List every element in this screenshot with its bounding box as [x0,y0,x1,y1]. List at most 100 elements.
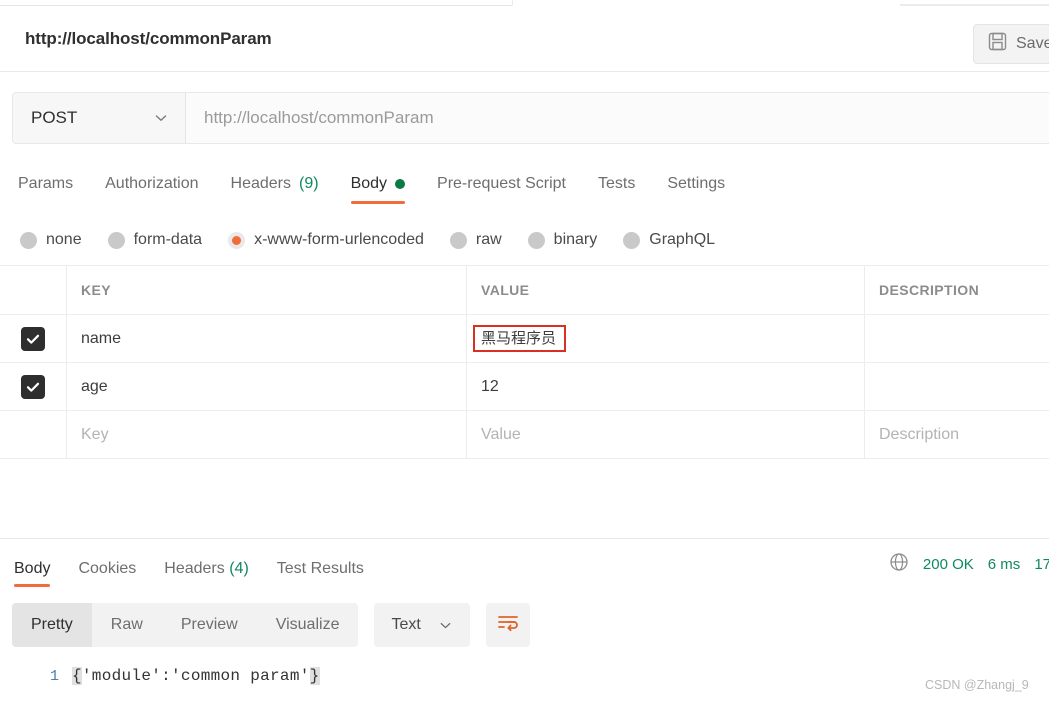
radio-none-label: none [46,231,82,248]
placeholder-checkbox-cell [0,411,67,458]
request-tabs: Params Authorization Headers (9) Body Pr… [0,160,1049,206]
code-open-brace: { [72,667,82,685]
tab-authorization[interactable]: Authorization [105,160,198,206]
tab-tests-label: Tests [597,175,636,192]
view-raw-label: Raw [110,616,143,633]
body-type-radio-group: none form-data x-www-form-urlencoded raw… [0,222,1049,258]
checkbox-checked-icon[interactable] [21,326,45,351]
wrap-lines-icon [497,613,519,638]
tab-pre-request-script[interactable]: Pre-request Script [437,160,566,206]
tab-authorization-label: Authorization [105,175,199,192]
response-tab-cookies[interactable]: Cookies [78,546,136,590]
row-key[interactable]: name [67,315,467,362]
response-tab-headers-count: (4) [229,560,249,577]
url-bar: POST http://localhost/commonParam [12,92,1049,144]
response-toolbar: Pretty Raw Preview Visualize Text [12,603,530,647]
row-checkbox-cell [0,315,67,362]
table-header-key: KEY [67,266,467,314]
radio-form-data-label: form-data [133,231,203,248]
response-body-code: 1 {'module':'common param'} [0,660,1049,703]
code-close-brace: } [309,667,320,685]
code-line-content[interactable]: {'module':'common param'} [72,660,320,703]
tab-pre-request-script-label: Pre-request Script [437,175,566,192]
row-value[interactable]: 12 [467,363,865,410]
status-size: 17 [1034,555,1049,573]
radio-none-icon [20,231,37,249]
method-selector[interactable]: POST [13,93,186,143]
url-input[interactable]: http://localhost/commonParam [186,93,1049,143]
tab-params-label: Params [18,175,74,192]
status-time: 6 ms [987,555,1021,573]
format-dropdown[interactable]: Text [374,603,470,647]
view-raw-button[interactable]: Raw [92,603,162,647]
radio-raw[interactable]: raw [449,231,502,249]
radio-binary-icon [527,231,545,249]
radio-binary[interactable]: binary [527,231,597,249]
response-divider [0,538,1049,539]
row-checkbox-cell [0,363,67,410]
radio-x-www-form-urlencoded[interactable]: x-www-form-urlencoded [228,231,424,249]
postman-window: http://localhost/commonParam Save POST h… [0,0,1049,703]
code-line-number: 1 [49,668,59,685]
response-tab-body-label: Body [14,560,51,577]
radio-form-data-icon [107,231,125,249]
tab-params[interactable]: Params [18,160,73,206]
placeholder-value-input[interactable]: Value [467,411,865,458]
chevron-down-icon [438,618,453,633]
row-value-highlighted: 黑马程序员 [473,324,567,353]
save-button-label: Save [1016,35,1049,52]
placeholder-key-input[interactable]: Key [67,411,467,458]
response-view-segment: Pretty Raw Preview Visualize [12,603,359,647]
response-tab-headers-label: Headers [164,560,225,577]
request-title-bar: http://localhost/commonParam Save [0,6,1049,72]
placeholder-description-input[interactable]: Description [865,411,1049,458]
radio-x-www-form-urlencoded-label: x-www-form-urlencoded [254,231,424,248]
radio-raw-label: raw [475,231,502,248]
save-button[interactable]: Save [973,24,1049,64]
radio-none[interactable]: none [20,231,82,249]
table-header-row: KEY VALUE DESCRIPTION [0,265,1049,315]
body-modified-dot-icon [395,179,406,189]
table-header-value: VALUE [467,266,865,314]
row-description[interactable] [865,363,1049,410]
watermark: CSDN @Zhangj_9 [925,678,1029,692]
response-tab-headers[interactable]: Headers (4) [164,546,249,590]
radio-graphql-label: GraphQL [649,231,716,248]
format-dropdown-label: Text [391,616,421,633]
radio-x-www-form-urlencoded-icon [228,231,246,249]
page-title: http://localhost/commonParam [25,29,272,48]
row-description[interactable] [865,315,1049,362]
view-pretty-button[interactable]: Pretty [12,603,92,647]
row-value-cell[interactable]: 黑马程序员 [467,315,865,362]
tab-body[interactable]: Body [350,160,406,206]
body-params-table: KEY VALUE DESCRIPTION name 黑马程序员 age 12 … [0,265,1049,459]
checkbox-checked-icon[interactable] [21,374,45,399]
tab-settings-label: Settings [667,175,726,192]
tab-settings[interactable]: Settings [667,160,725,206]
table-header-description: DESCRIPTION [879,282,980,298]
response-tab-body[interactable]: Body [14,546,51,590]
globe-icon [889,552,909,576]
view-visualize-button[interactable]: Visualize [257,603,359,647]
radio-graphql-icon [623,231,641,249]
radio-form-data[interactable]: form-data [107,231,203,249]
tab-headers[interactable]: Headers (9) [231,160,319,206]
row-key[interactable]: age [67,363,467,410]
view-preview-button[interactable]: Preview [162,603,257,647]
tab-body-label: Body [350,175,388,192]
table-row: name 黑马程序员 [0,314,1049,363]
table-row: age 12 [0,362,1049,411]
wrap-lines-button[interactable] [485,603,530,647]
response-tab-test-results[interactable]: Test Results [277,546,364,590]
table-row-placeholder: Key Value Description [0,410,1049,459]
floppy-disk-icon [988,32,1007,56]
view-pretty-label: Pretty [31,616,73,633]
code-text: 'module':'common param' [81,667,310,685]
tab-tests[interactable]: Tests [598,160,635,206]
tab-headers-count: (9) [299,175,319,192]
response-tab-test-results-label: Test Results [276,560,364,577]
status-code: 200 OK [922,555,974,573]
radio-graphql[interactable]: GraphQL [623,231,715,249]
tab-headers-label: Headers [230,175,291,192]
radio-raw-icon [449,231,467,249]
